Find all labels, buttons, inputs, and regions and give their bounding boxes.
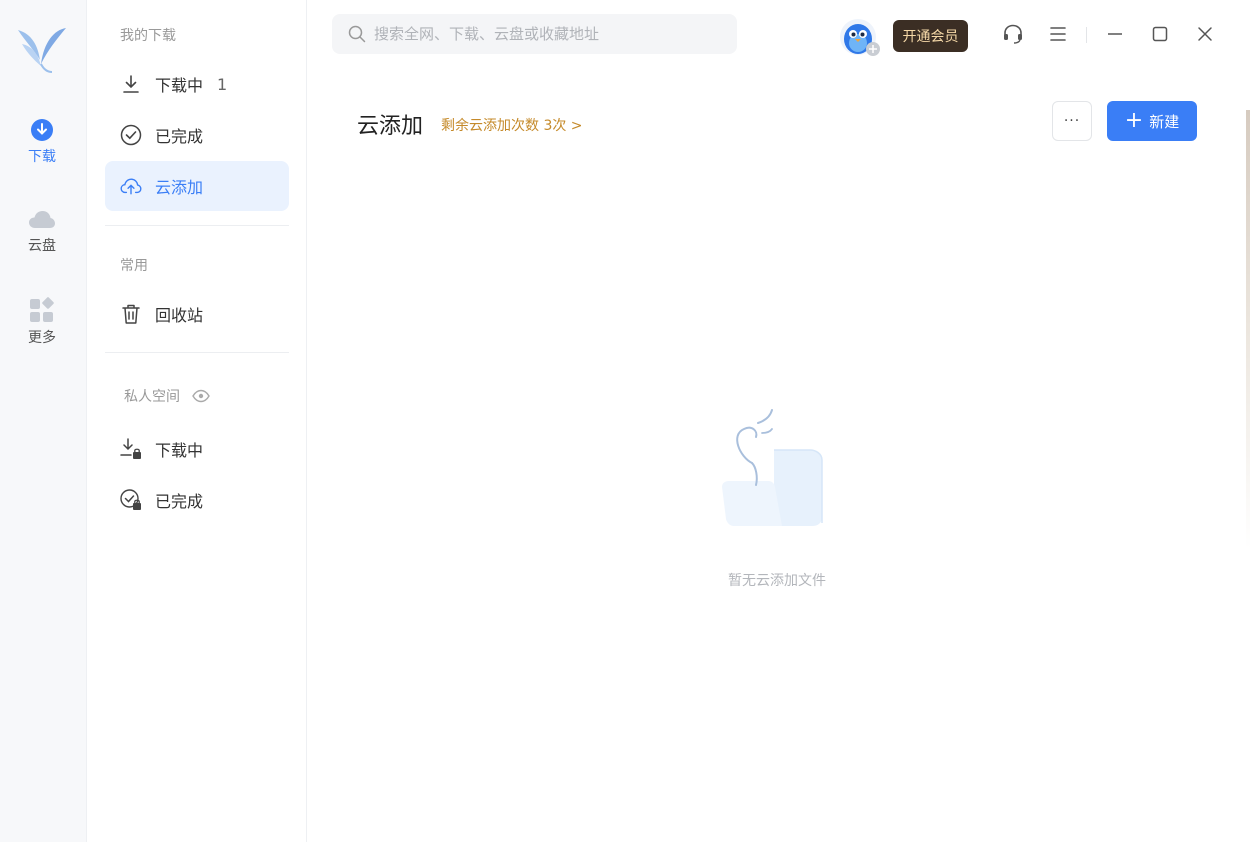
sidebar-item-private-downloading[interactable]: 下载中 <box>105 424 289 474</box>
cloud-upload-icon <box>120 175 142 197</box>
left-rail: 下载 云盘 更多 <box>0 0 87 842</box>
sidebar-item-downloading[interactable]: 下载中 1 <box>105 59 289 109</box>
empty-folder-illustration <box>722 409 823 526</box>
sidebar-item-recycle-bin[interactable]: 回收站 <box>105 289 289 339</box>
quota-link[interactable]: 剩余云添加次数 3次 > <box>441 115 583 135</box>
divider <box>105 225 289 226</box>
eye-icon[interactable] <box>192 389 210 403</box>
cloud-icon <box>29 211 55 228</box>
menu-button[interactable] <box>1046 22 1070 46</box>
sidebar-item-label: 回收站 <box>155 306 204 325</box>
new-button-label: 新建 <box>1149 112 1180 131</box>
app-logo-icon <box>18 28 66 73</box>
private-space-label: 私人空间 <box>124 389 180 405</box>
sidebar-item-label: 云添加 <box>155 178 204 197</box>
more-options-button[interactable]: ··· <box>1052 101 1092 141</box>
download-circle-icon <box>31 119 53 141</box>
download-arrow-icon <box>120 73 142 95</box>
downloading-count: 1 <box>217 74 228 94</box>
apps-grid-icon <box>30 297 54 322</box>
search-input[interactable] <box>374 25 714 43</box>
new-button[interactable]: + 新建 <box>1107 101 1197 141</box>
download-lock-icon <box>120 438 142 460</box>
close-button[interactable] <box>1193 22 1217 46</box>
maximize-button[interactable] <box>1148 22 1172 46</box>
section-title-my-downloads: 我的下载 <box>120 28 176 44</box>
vip-button[interactable]: 开通会员 <box>893 20 968 52</box>
more-dots-icon: ··· <box>1063 113 1081 129</box>
sidebar-item-label: 已完成 <box>155 492 204 511</box>
plus-icon: + <box>1124 108 1144 133</box>
rail-download-label: 下载 <box>28 149 56 165</box>
headset-icon <box>1004 24 1022 44</box>
support-button[interactable] <box>1001 22 1025 46</box>
window-edge-strip <box>1246 110 1250 842</box>
rail-more-label: 更多 <box>28 330 56 346</box>
rail-cloud-label: 云盘 <box>28 238 56 254</box>
search-icon <box>348 25 366 43</box>
sidebar-item-label: 下载中 <box>155 76 204 95</box>
secondary-sidebar: 我的下载 下载中 1 已完成 云添加 常用 回收站 私人空间 下载中 已完成 <box>87 0 307 842</box>
menu-icon <box>1050 27 1066 41</box>
maximize-icon <box>1152 26 1168 42</box>
titlebar-separator <box>1086 27 1087 43</box>
check-lock-icon <box>120 489 142 511</box>
rail-item-download[interactable]: 下载 <box>0 110 84 174</box>
minimize-button[interactable] <box>1103 22 1127 46</box>
search-box[interactable] <box>332 14 737 54</box>
divider <box>105 352 289 353</box>
section-title-private: 私人空间 <box>124 386 210 406</box>
close-icon <box>1198 27 1212 41</box>
sidebar-item-private-completed[interactable]: 已完成 <box>105 475 289 525</box>
section-title-common: 常用 <box>120 258 148 274</box>
sidebar-item-completed[interactable]: 已完成 <box>105 110 289 160</box>
rail-item-more[interactable]: 更多 <box>0 290 84 354</box>
sidebar-item-label: 已完成 <box>155 127 204 146</box>
rail-item-cloud[interactable]: 云盘 <box>0 200 84 264</box>
trash-icon <box>120 303 142 325</box>
avatar[interactable] <box>838 15 882 59</box>
minimize-icon <box>1108 33 1122 35</box>
check-circle-icon <box>120 124 142 146</box>
sidebar-item-cloud-add[interactable]: 云添加 <box>105 161 289 211</box>
empty-state-text: 暂无云添加文件 <box>728 573 826 589</box>
sidebar-item-label: 下载中 <box>155 441 204 460</box>
page-title: 云添加 <box>357 114 424 139</box>
